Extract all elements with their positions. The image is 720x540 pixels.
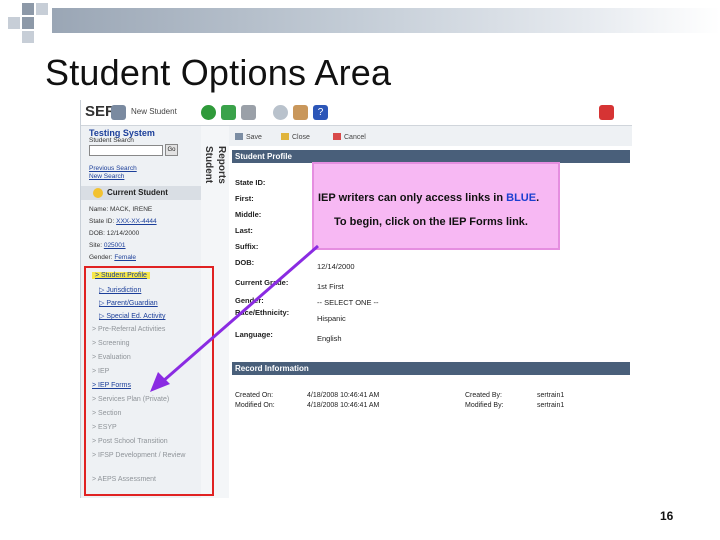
arrow-head xyxy=(150,372,170,392)
pointer-arrow xyxy=(150,244,319,392)
arrow-line xyxy=(161,244,319,384)
page-number: 16 xyxy=(660,509,674,523)
